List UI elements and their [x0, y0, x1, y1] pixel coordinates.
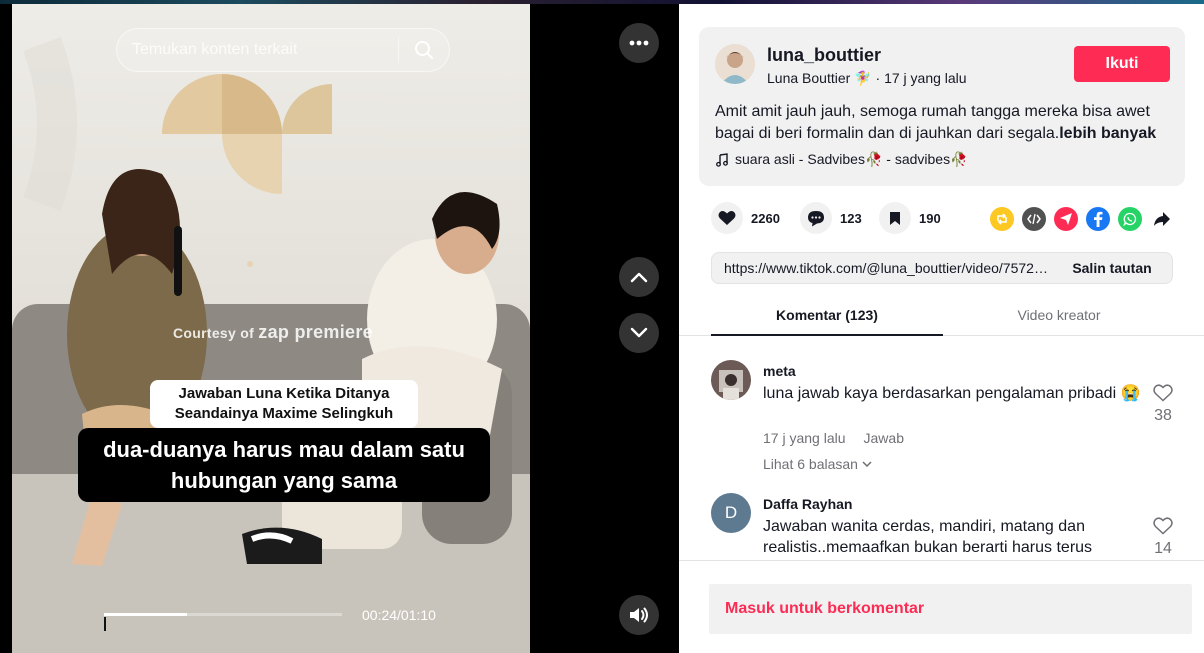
comment-bubble-icon [808, 210, 824, 226]
comment-login-bar: Masuk untuk berkomentar [679, 560, 1204, 653]
woman-figure [67, 169, 232, 566]
video-caption-title: Jawaban Luna Ketika Ditanya Seandainya M… [150, 380, 418, 428]
chevron-up-icon [630, 272, 648, 283]
app-root: Courtesy of zap premiere Jawaban Luna Ke… [0, 0, 1204, 653]
music-note-icon [716, 152, 728, 167]
comment-text: Jawaban wanita cerdas, mandiri, matang d… [763, 518, 1093, 556]
send-button[interactable] [1054, 207, 1078, 231]
video-player[interactable]: Courtesy of zap premiere Jawaban Luna Ke… [12, 4, 530, 653]
watermark: Courtesy of zap premiere [173, 322, 373, 343]
video-time: 00:24/01:10 [362, 607, 436, 623]
next-video-button[interactable] [619, 313, 659, 353]
watermark-prefix: Courtesy of [173, 325, 255, 341]
bookmark-icon [890, 211, 900, 225]
post-time: · 17 j yang lalu [871, 70, 967, 86]
chevron-down-icon [630, 327, 648, 338]
music-title: suara asli - Sadvibes🥀 - sadvibes🥀 [735, 151, 968, 167]
author-emoji: 🧚‍♀️ [854, 70, 872, 86]
heart-outline-icon [1153, 384, 1173, 402]
search-icon [415, 41, 434, 60]
share-link-box: https://www.tiktok.com/@luna_bouttier/vi… [711, 252, 1173, 284]
man-figure [242, 192, 502, 564]
embed-icon [1027, 213, 1041, 225]
save-button[interactable] [879, 202, 911, 234]
view-replies-label: Lihat 6 balasan [763, 456, 858, 472]
comment-meta: 17 j yang lalu Jawab [763, 430, 922, 446]
author-card: luna_bouttier Luna Bouttier 🧚‍♀️ · 17 j … [699, 27, 1185, 186]
author-display-name: Luna Bouttier [767, 70, 851, 86]
author-subline: Luna Bouttier 🧚‍♀️ · 17 j yang lalu [767, 70, 967, 87]
progress-thumb[interactable] [104, 617, 106, 631]
more-dots-icon [629, 40, 649, 46]
like-stat[interactable]: 2260 [711, 202, 780, 234]
author-username[interactable]: luna_bouttier [767, 45, 881, 66]
reply-button[interactable]: Jawab [864, 430, 904, 446]
search-bar[interactable] [116, 28, 450, 72]
comment-item: D Daffa Rayhan Jawaban wanita cerdas, ma… [711, 493, 1181, 563]
tab-comments[interactable]: Komentar (123) [711, 300, 943, 336]
details-panel: luna_bouttier Luna Bouttier 🧚‍♀️ · 17 j … [679, 4, 1204, 653]
repost-icon [997, 213, 1007, 225]
telegram-icon [1060, 213, 1072, 225]
save-count: 190 [919, 210, 941, 226]
comment-like-count: 14 [1154, 540, 1172, 557]
comment-avatar[interactable]: D [711, 493, 751, 533]
whatsapp-icon [1123, 212, 1137, 226]
comment-avatar[interactable] [711, 360, 751, 400]
like-button[interactable] [711, 202, 743, 234]
search-input[interactable] [117, 41, 398, 59]
heart-outline-icon [1153, 517, 1173, 535]
tab-creator-videos[interactable]: Video kreator [943, 300, 1175, 336]
embed-button[interactable] [1022, 207, 1046, 231]
chevron-down-icon [862, 461, 872, 467]
progress-bar[interactable] [104, 613, 342, 616]
avatar-image [715, 44, 755, 84]
avatar-image [711, 360, 751, 400]
facebook-share-button[interactable] [1086, 207, 1110, 231]
comment-stat[interactable]: 123 [800, 202, 862, 234]
tab-bar: Komentar (123) Video kreator [679, 300, 1204, 336]
comment-like[interactable]: 14 [1145, 517, 1181, 558]
comment-author[interactable]: Daffa Rayhan [763, 496, 852, 512]
follow-button[interactable]: Ikuti [1074, 46, 1170, 82]
whatsapp-share-button[interactable] [1118, 207, 1142, 231]
progress-fill [104, 613, 188, 616]
read-more-link[interactable]: lebih banyak [1059, 125, 1156, 142]
comment-like[interactable]: 38 [1145, 384, 1181, 425]
comment-item: meta luna jawab kaya berdasarkan pengala… [711, 360, 1181, 490]
music-link[interactable]: suara asli - Sadvibes🥀 - sadvibes🥀 [715, 151, 968, 168]
save-stat[interactable]: 190 [879, 202, 941, 234]
view-replies-button[interactable]: Lihat 6 balasan [763, 456, 872, 472]
like-count: 2260 [751, 210, 780, 226]
repost-button[interactable] [990, 207, 1014, 231]
share-arrow-icon [1154, 212, 1170, 226]
comment-like-count: 38 [1154, 407, 1172, 424]
comment-button[interactable] [800, 202, 832, 234]
login-to-comment-button[interactable]: Masuk untuk berkomentar [709, 584, 1192, 634]
video-url[interactable]: https://www.tiktok.com/@luna_bouttier/vi… [712, 260, 1052, 276]
search-button[interactable] [399, 28, 449, 72]
video-zone: Courtesy of zap premiere Jawaban Luna Ke… [0, 0, 679, 653]
volume-button[interactable] [619, 595, 659, 635]
heart-icon [718, 211, 736, 225]
copy-link-button[interactable]: Salin tautan [1052, 260, 1172, 276]
video-description: Amit amit jauh jauh, semoga rumah tangga… [715, 101, 1177, 145]
comment-count: 123 [840, 210, 862, 226]
volume-icon [630, 607, 648, 623]
avatar-initial: D [724, 503, 738, 522]
video-caption-subtitle: dua-duanya harus mau dalam satu hubungan… [78, 428, 490, 502]
author-avatar[interactable] [715, 44, 755, 84]
comment-time: 17 j yang lalu [763, 430, 846, 446]
watermark-brand: zap premiere [258, 322, 373, 342]
facebook-icon [1094, 211, 1103, 227]
comment-author[interactable]: meta [763, 363, 796, 379]
previous-video-button[interactable] [619, 257, 659, 297]
comment-text: luna jawab kaya berdasarkan pengalaman p… [763, 385, 1141, 402]
more-options-button[interactable] [619, 23, 659, 63]
more-share-button[interactable] [1150, 207, 1174, 231]
